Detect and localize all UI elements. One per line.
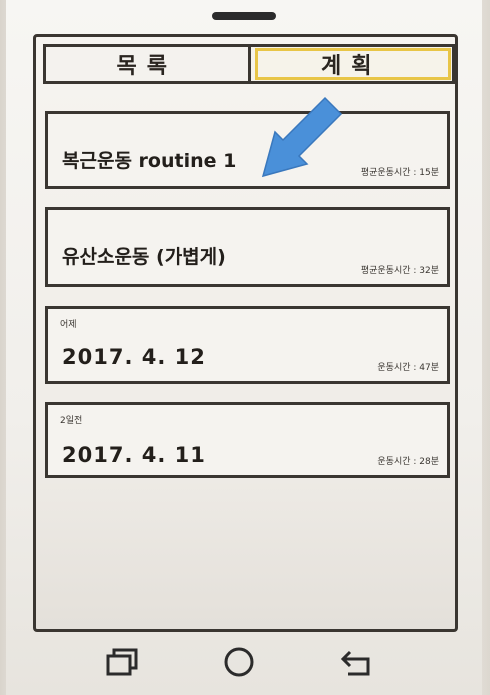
plan-card-cardio[interactable]: 유산소운동 (가볍게) 평균운동시간 : 32분 [45,207,450,287]
plan-card-routine[interactable]: 복근운동 routine 1 평균운동시간 : 15분 [45,111,450,189]
back-icon[interactable] [340,646,376,678]
card-relative-date: 어제 [60,320,77,330]
tab-list[interactable]: 목록 [43,44,251,84]
card-workout-time: 운동시간 : 28분 [377,457,439,467]
card-date: 2017. 4. 11 [62,443,206,467]
history-card-two-days-ago[interactable]: 2일전 2017. 4. 11 운동시간 : 28분 [45,402,450,478]
phone-speaker [212,12,276,20]
navigation-bar [0,636,490,686]
tab-bar: 목록 계획 [43,44,455,84]
card-relative-date: 2일전 [60,416,83,426]
tab-plan[interactable]: 계획 [250,44,455,84]
card-title: 유산소운동 (가볍게) [62,246,226,268]
card-date: 2017. 4. 12 [62,345,206,369]
home-icon[interactable] [222,646,256,678]
card-average-time: 평균운동시간 : 15분 [360,168,439,178]
recent-apps-icon[interactable] [104,646,140,678]
card-title: 복근운동 routine 1 [62,150,237,172]
card-workout-time: 운동시간 : 47분 [377,363,439,373]
arrow-icon [261,96,343,178]
card-average-time: 평균운동시간 : 32분 [360,266,439,276]
history-card-yesterday[interactable]: 어제 2017. 4. 12 운동시간 : 47분 [45,306,450,384]
